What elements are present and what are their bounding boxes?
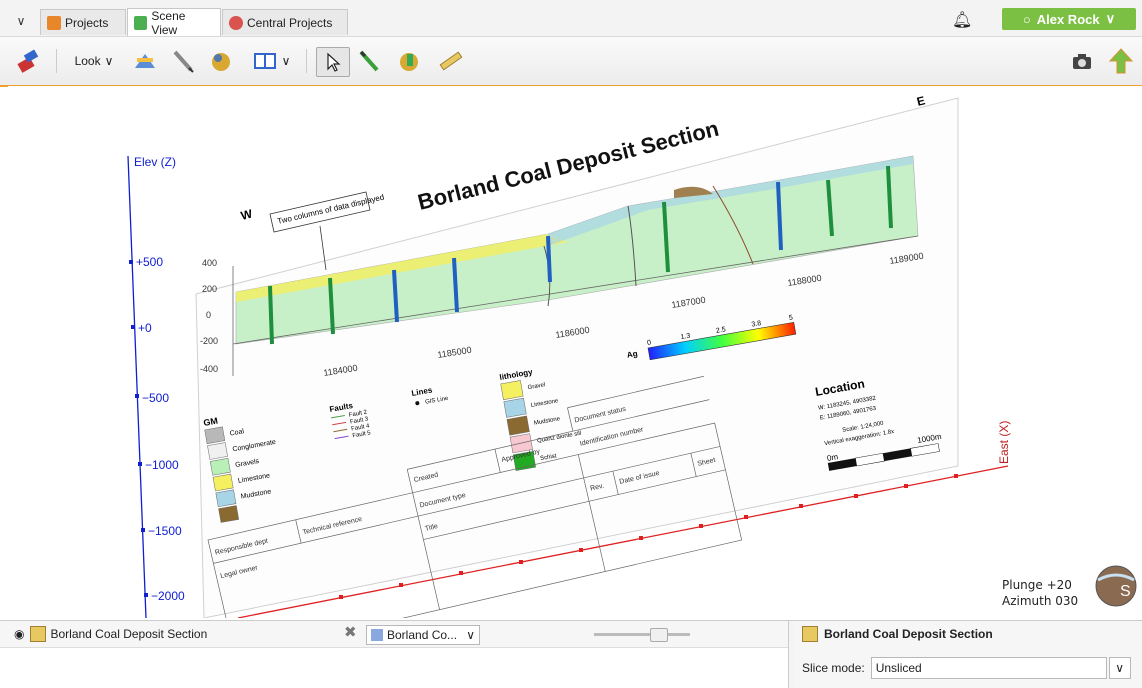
project-tree-panel: ◉ Borland Coal Deposit Section ✖ Borland… — [0, 621, 789, 688]
dropdown-icon — [371, 629, 383, 641]
chevron-down-icon: ∨ — [1105, 11, 1116, 26]
elev-tick-label: +500 — [136, 255, 163, 269]
edit-icon — [400, 53, 418, 71]
user-menu-button[interactable]: ○ Alex Rock ∨ — [1002, 8, 1136, 30]
y-tick-label: 400 — [202, 258, 217, 268]
chevron-down-icon: ∨ — [466, 628, 475, 642]
tab-central-projects[interactable]: Central Projects — [222, 9, 348, 35]
section-sheet: Borland Coal Deposit Section W E Two col… — [195, 93, 959, 618]
elevation-axis-label: Elev (Z) — [134, 155, 176, 169]
draw-line-button[interactable] — [168, 47, 198, 75]
interpolation-button[interactable] — [206, 47, 236, 75]
y-tick-label: -400 — [200, 364, 218, 374]
draw-polyline-button[interactable] — [354, 47, 384, 75]
scene-object-dropdown[interactable]: Borland Co... ∨ — [366, 625, 480, 645]
slice-mode-label: Slice mode: — [802, 661, 865, 675]
west-label: W — [239, 206, 254, 222]
layout-icon — [253, 53, 276, 69]
central-projects-icon — [229, 15, 243, 30]
notification-bell-icon[interactable]: 🔔︎ — [952, 10, 972, 30]
ruler-button[interactable] — [436, 47, 466, 75]
slice-mode-value: Unsliced — [875, 661, 922, 675]
properties-header: Borland Coal Deposit Section — [794, 621, 1142, 647]
chevron-down-icon: ∨ — [104, 54, 114, 68]
bottom-panels: ◉ Borland Coal Deposit Section ✖ Borland… — [0, 620, 1142, 688]
chevron-down-icon: ∨ — [1115, 661, 1125, 675]
scene-object-name: Borland Coal Deposit Section — [50, 627, 208, 641]
properties-title: Borland Coal Deposit Section — [824, 627, 993, 641]
draw-plane-button[interactable] — [14, 47, 42, 75]
look-label: Look — [74, 54, 101, 68]
tab-scene-view[interactable]: Scene View — [127, 8, 221, 37]
opacity-slider-thumb[interactable] — [650, 628, 668, 642]
y-tick-label: 200 — [202, 284, 217, 294]
scene-object-row[interactable]: ◉ Borland Coal Deposit Section ✖ Borland… — [0, 621, 788, 648]
look-dropdown[interactable]: Look ∨ — [68, 47, 120, 75]
plunge-readout: Plunge +20 — [1002, 578, 1072, 592]
eye-icon[interactable]: ◉ — [14, 627, 24, 641]
share-icon — [1108, 48, 1134, 74]
elev-tick-label: +0 — [138, 321, 152, 335]
azimuth-readout: Azimuth 030 — [1002, 594, 1078, 608]
screenshot-icon — [1073, 54, 1091, 69]
chevron-down-icon: ∨ — [281, 54, 291, 68]
draw-polyline-icon — [359, 50, 379, 72]
new-slice-icon — [135, 54, 155, 68]
tab-label: Projects — [65, 15, 109, 30]
orientation-globe-icon[interactable]: S — [1095, 565, 1137, 607]
ruler-icon — [439, 51, 463, 71]
projects-icon — [47, 15, 61, 30]
east-label: E — [915, 93, 926, 109]
user-name: Alex Rock — [1036, 11, 1100, 27]
elev-tick-label: −1500 — [148, 524, 182, 538]
east-axis-label: East (X) — [997, 421, 1011, 464]
select-button[interactable] — [316, 47, 350, 77]
y-tick-label: -200 — [200, 336, 218, 346]
select-icon — [327, 52, 341, 72]
edit-button[interactable] — [394, 47, 424, 75]
layout-dropdown[interactable]: ∨ — [248, 47, 296, 75]
section-icon — [802, 626, 818, 642]
dropdown-value: Borland Co... — [387, 628, 458, 642]
screenshot-button[interactable] — [1068, 47, 1096, 75]
draw-line-icon — [173, 50, 194, 73]
scene-view-icon — [134, 15, 148, 30]
scene-viewport[interactable]: Elev (Z) +500 +0 −500 −1000 −1500 −2000 — [8, 86, 1142, 618]
elev-tick-label: −1000 — [145, 458, 179, 472]
elev-tick-label: −2000 — [151, 589, 185, 603]
tab-menu-chevron-icon[interactable]: ∨ — [12, 12, 30, 30]
user-icon: ○ — [1022, 11, 1031, 27]
elevation-axis-ticks: +500 +0 −500 −1000 −1500 −2000 — [129, 255, 185, 603]
tab-label: Central Projects — [247, 15, 333, 30]
tab-projects[interactable]: Projects — [40, 9, 126, 35]
draw-plane-icon — [17, 49, 39, 73]
opacity-slider[interactable] — [594, 628, 690, 642]
tab-label: Scene View — [151, 8, 186, 37]
slice-mode-dropdown[interactable]: Unsliced — [870, 657, 1107, 679]
y-tick-label: 0 — [206, 310, 211, 320]
elevation-axis-line — [127, 155, 147, 618]
section-icon — [30, 626, 47, 642]
elev-tick-label: −500 — [142, 391, 169, 405]
svg-text:S: S — [1120, 583, 1131, 600]
close-icon[interactable]: ✖ — [344, 623, 357, 641]
share-button[interactable] — [1106, 47, 1136, 75]
slice-mode-chevron[interactable]: ∨ — [1108, 657, 1131, 679]
scene-canvas[interactable]: Elev (Z) +500 +0 −500 −1000 −1500 −2000 — [8, 86, 1142, 618]
new-slice-button[interactable] — [130, 47, 160, 75]
properties-panel: Borland Coal Deposit Section Slice mode:… — [794, 621, 1142, 688]
tab-bar: ∨ Projects Scene View Central Projects 🔔… — [0, 0, 1142, 37]
toolbar: Look ∨ ∨ — [0, 37, 1142, 87]
ag-label: Ag — [626, 349, 638, 360]
interpolation-icon — [212, 53, 230, 71]
slice-mode-row: Slice mode: Unsliced ∨ — [802, 657, 1131, 679]
